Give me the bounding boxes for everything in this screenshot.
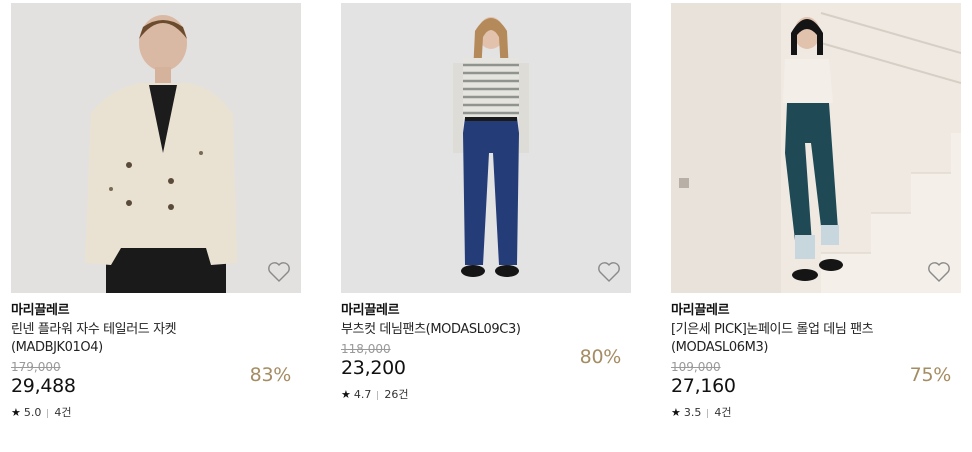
rating-value: 4.7	[353, 388, 372, 401]
product-name-line1: 린넨 플라워 자수 테일러드 자켓	[11, 322, 177, 337]
review-count: 4건	[54, 406, 72, 419]
star-icon: ★	[671, 406, 681, 419]
product-name[interactable]: [기은세 PICK]논페이드 롤업 데님 팬츠 (MODASL06M3)	[671, 321, 961, 357]
divider	[707, 408, 709, 418]
product-name-line2: (MADBJK01O4)	[11, 340, 103, 355]
product-card[interactable]: 마리끌레르 부츠컷 데님팬츠(MODASL09C3) 118,000 23,20…	[341, 3, 631, 402]
rating-summary: ★ 4.7 26건	[341, 388, 631, 402]
heart-outline-icon[interactable]	[927, 261, 951, 283]
heart-outline-icon[interactable]	[267, 261, 291, 283]
rating-summary: ★ 3.5 4건	[671, 406, 961, 420]
rating-value: 3.5	[683, 406, 702, 419]
discount-rate: 75%	[909, 364, 952, 386]
product-image[interactable]	[11, 3, 301, 293]
rating-value: 5.0	[23, 406, 42, 419]
product-photo	[341, 3, 631, 293]
product-card[interactable]: 마리끌레르 린넨 플라워 자수 테일러드 자켓 (MADBJK01O4) 179…	[11, 3, 301, 420]
heart-outline-icon[interactable]	[597, 261, 621, 283]
brand-name[interactable]: 마리끌레르	[341, 302, 631, 319]
divider	[47, 408, 49, 418]
brand-name[interactable]: 마리끌레르	[671, 302, 961, 319]
product-name-line2: (MODASL06M3)	[671, 340, 768, 355]
product-photo	[671, 3, 961, 293]
product-name[interactable]: 린넨 플라워 자수 테일러드 자켓 (MADBJK01O4)	[11, 321, 301, 357]
review-count: 4건	[714, 406, 732, 419]
product-image[interactable]	[671, 3, 961, 293]
sale-price: 27,160	[671, 375, 736, 397]
rating-summary: ★ 5.0 4건	[11, 406, 301, 420]
product-name[interactable]: 부츠컷 데님팬츠(MODASL09C3)	[341, 321, 631, 339]
star-icon: ★	[11, 406, 21, 419]
brand-name[interactable]: 마리끌레르	[11, 302, 301, 319]
star-icon: ★	[341, 388, 351, 401]
product-card[interactable]: 마리끌레르 [기은세 PICK]논페이드 롤업 데님 팬츠 (MODASL06M…	[671, 3, 961, 420]
review-count: 26건	[384, 388, 409, 401]
sale-price: 23,200	[341, 357, 406, 379]
discount-rate: 80%	[579, 346, 622, 368]
product-name-line1: 부츠컷 데님팬츠(MODASL09C3)	[341, 322, 521, 337]
sale-price: 29,488	[11, 375, 76, 397]
product-name-line1: [기은세 PICK]논페이드 롤업 데님 팬츠	[671, 322, 874, 337]
divider	[377, 390, 379, 400]
discount-rate: 83%	[249, 364, 292, 386]
product-image[interactable]	[341, 3, 631, 293]
product-photo	[11, 3, 301, 293]
